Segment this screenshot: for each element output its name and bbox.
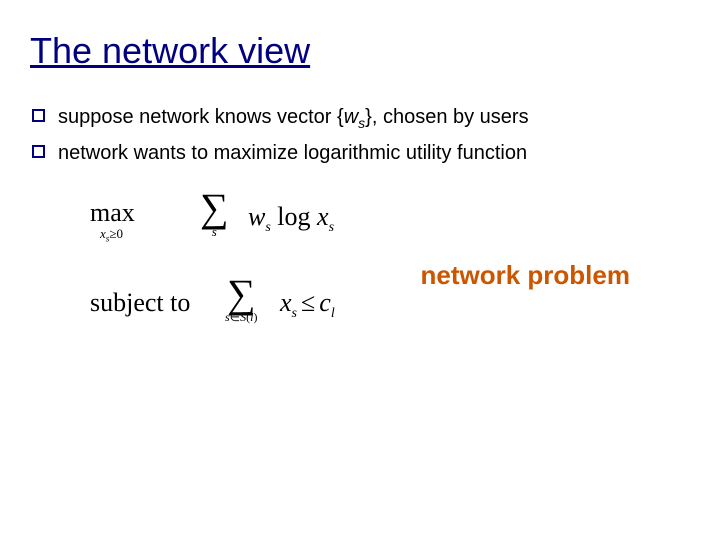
slide-title: The network view xyxy=(30,30,690,72)
max-operator: max xs≥0 xyxy=(90,198,135,244)
annotation-network-problem: network problem xyxy=(421,260,630,291)
bullet-1-text-post: }, chosen by users xyxy=(365,106,528,128)
bullet-1: suppose network knows vector {ws}, chose… xyxy=(30,102,690,134)
slide: The network view suppose network knows v… xyxy=(0,0,720,540)
max-constraint: xs≥0 xyxy=(100,226,135,244)
obj-x-sub: s xyxy=(329,220,334,235)
max-label: max xyxy=(90,198,135,228)
obj-x: x xyxy=(317,202,329,231)
sigma-icon: ∑ xyxy=(200,188,229,228)
con-c: c xyxy=(319,288,331,317)
bullet-1-var-w: w xyxy=(344,106,358,128)
constraint-expression: xs≤cl xyxy=(280,288,335,322)
obj-w: w xyxy=(248,202,265,231)
sum2-S: S xyxy=(240,310,246,324)
sum-constraint: ∑ s∈S(l) xyxy=(225,274,257,325)
bullet-1-text-pre: suppose network knows vector { xyxy=(58,106,344,128)
subject-to-label: subject to xyxy=(90,288,190,318)
sum-objective: ∑ s xyxy=(200,188,229,240)
sum2-index: s∈S(l) xyxy=(225,310,257,325)
sum2-l: l xyxy=(250,310,253,324)
con-x: x xyxy=(280,288,292,317)
max-sub-ge0: ≥0 xyxy=(109,226,123,241)
objective-expression: ws log xs xyxy=(248,202,334,236)
con-c-sub: l xyxy=(331,306,335,321)
sum2-in: ∈ xyxy=(230,310,240,324)
bullet-2-text: network wants to maximize logarithmic ut… xyxy=(58,142,527,164)
sigma-icon-2: ∑ xyxy=(225,274,257,314)
obj-log: log xyxy=(271,202,317,231)
le-symbol: ≤ xyxy=(297,288,319,317)
bullet-2: network wants to maximize logarithmic ut… xyxy=(30,138,690,168)
bullet-list: suppose network knows vector {ws}, chose… xyxy=(30,102,690,168)
